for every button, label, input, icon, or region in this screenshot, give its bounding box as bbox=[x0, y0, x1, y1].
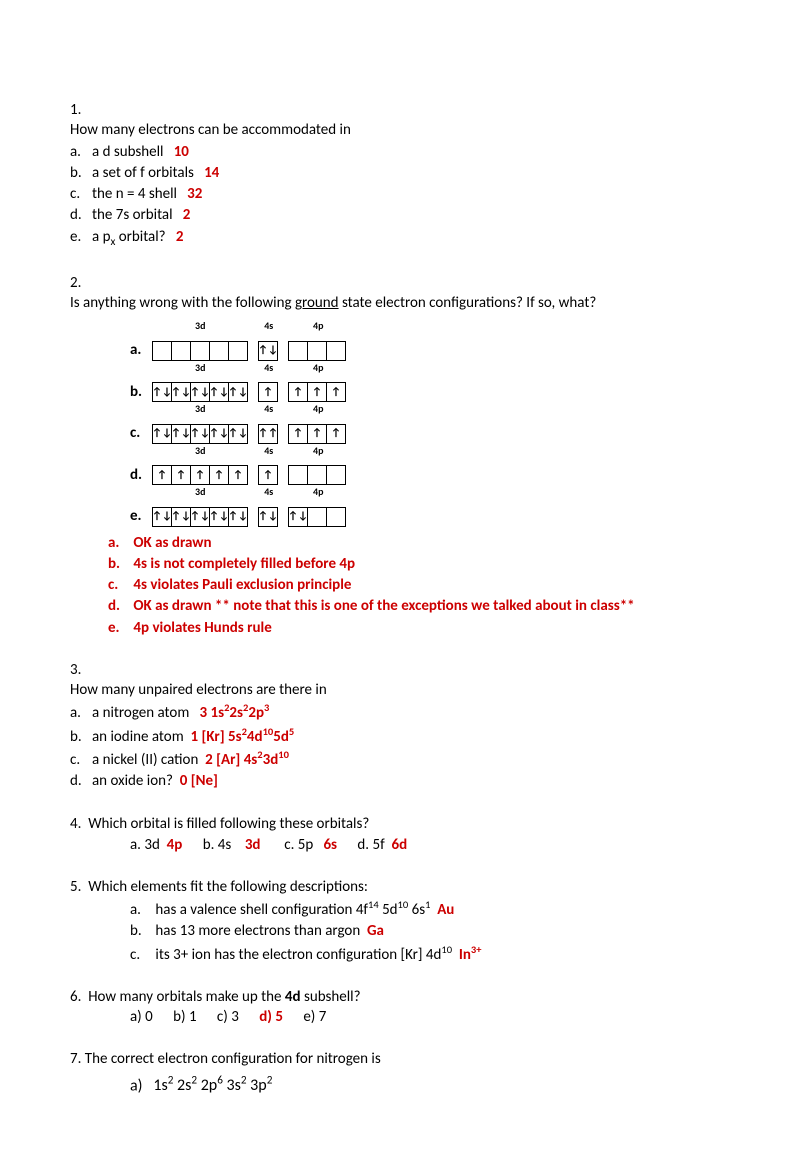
orbital-row: a.↑↓ bbox=[130, 333, 721, 361]
q2-stem-pre: Is anything wrong with the following bbox=[70, 294, 295, 312]
orbital-row: c.↑↓↑↓↑↓↑↓↑↓↑↑↑↑↑ bbox=[130, 416, 721, 444]
q1-item: a.a d subshell 10 bbox=[70, 142, 690, 162]
q4-number: 4. bbox=[70, 815, 81, 833]
answer: 14 bbox=[204, 164, 219, 182]
q5-item: b. has 13 more electrons than argon Ga bbox=[130, 921, 721, 941]
q4-opt: d. 5f 6d bbox=[357, 836, 407, 854]
answer: 2 bbox=[176, 228, 184, 246]
q6-stem: How many orbitals make up the 4d subshel… bbox=[88, 988, 360, 1006]
q6-opt: e) 7 bbox=[303, 1008, 326, 1026]
q3-item: d.an oxide ion? 0 [Ne] bbox=[70, 771, 690, 791]
q3-item: c.a nickel (II) cation 2 [Ar] 4s23d10 bbox=[70, 748, 690, 770]
question-7: 7. The correct electron configuration fo… bbox=[70, 1049, 721, 1096]
orbital-row: d.↑↑↑↑↑↑ bbox=[130, 457, 721, 485]
question-4: 4. Which orbital is filled following the… bbox=[70, 814, 721, 855]
q7-option: a) 1s2 2s2 2p6 3s2 3p2 bbox=[130, 1074, 721, 1097]
answer: 32 bbox=[187, 185, 202, 203]
orbital-row: b.↑↓↑↓↑↓↑↓↑↓↑↑↑↑ bbox=[130, 374, 721, 402]
q2-answers: a. OK as drawn b. 4s is not completely f… bbox=[108, 533, 721, 638]
q3-number: 3. bbox=[70, 660, 108, 680]
q1-number: 1. bbox=[70, 100, 108, 120]
q3-item: b.an iodine atom 1 [Kr] 5s24d105d5 bbox=[70, 725, 690, 747]
answer: 0 [Ne] bbox=[180, 772, 218, 790]
q2-answer: c. 4s violates Pauli exclusion principle bbox=[108, 575, 721, 595]
orbital-diagram: 3d4s4pa.↑↓3d4s4pb.↑↓↑↓↑↓↑↓↑↓↑↑↑↑3d4s4pc.… bbox=[130, 319, 721, 527]
q2-answer: a. OK as drawn bbox=[108, 533, 721, 553]
q6-opt-correct: d) 5 bbox=[259, 1008, 283, 1026]
answer: 10 bbox=[174, 143, 189, 161]
q5-item: c. its 3+ ion has the electron configura… bbox=[130, 943, 721, 965]
question-6: 6. How many orbitals make up the 4d subs… bbox=[70, 987, 721, 1028]
q5-number: 5. bbox=[70, 878, 81, 896]
q4-stem: Which orbital is filled following these … bbox=[88, 815, 369, 833]
q1-item: e.a px orbital? 2 bbox=[70, 227, 690, 250]
q7-number: 7. bbox=[70, 1050, 81, 1068]
q1-item: c.the n = 4 shell 32 bbox=[70, 184, 690, 204]
q2-stem-post: state electron configurations? If so, wh… bbox=[339, 294, 597, 312]
q2-number: 2. bbox=[70, 273, 108, 293]
q1-item: b.a set of f orbitals 14 bbox=[70, 163, 690, 183]
q2-body: Is anything wrong with the following gro… bbox=[70, 293, 730, 313]
q2-answer: e. 4p violates Hunds rule bbox=[108, 618, 721, 638]
q5-item: a. has a valence shell configuration 4f1… bbox=[130, 898, 721, 920]
q2-stem-underline: ground bbox=[295, 294, 339, 312]
q6-opt: c) 3 bbox=[217, 1008, 239, 1026]
q4-options: a. 3d 4p b. 4s 3d c. 5p 6s d. 5f 6d bbox=[130, 835, 721, 855]
answer: 2 [Ar] 4s23d10 bbox=[205, 751, 289, 769]
q1-sublist: a.a d subshell 10 b.a set of f orbitals … bbox=[70, 142, 690, 250]
q4-opt: c. 5p 6s bbox=[284, 836, 337, 854]
question-1: 1. How many electrons can be accommodate… bbox=[70, 100, 721, 251]
q1-stem: How many electrons can be accommodated i… bbox=[70, 121, 351, 139]
q1-item: d.the 7s orbital 2 bbox=[70, 205, 690, 225]
orbital-row: e.↑↓↑↓↑↓↑↓↑↓↑↓↑↓ bbox=[130, 499, 721, 527]
q3-sublist: a.a nitrogen atom 3 1s22s22p3 b.an iodin… bbox=[70, 701, 690, 791]
electron-config: 1s2 2s2 2p6 3s2 3p2 bbox=[153, 1076, 272, 1095]
q3-item: a.a nitrogen atom 3 1s22s22p3 bbox=[70, 701, 690, 723]
q4-opt: a. 3d 4p bbox=[130, 836, 182, 854]
q3-body: How many unpaired electrons are there in… bbox=[70, 680, 690, 792]
q7-stem: The correct electron configuration for n… bbox=[85, 1050, 381, 1068]
answer: Ga bbox=[367, 922, 384, 940]
answer: Au bbox=[437, 901, 454, 919]
q6-opt: b) 1 bbox=[173, 1008, 196, 1026]
answer: 3 1s22s22p3 bbox=[200, 704, 270, 722]
q6-options: a) 0 b) 1 c) 3 d) 5 e) 7 bbox=[130, 1007, 721, 1027]
answer: 1 [Kr] 5s24d105d5 bbox=[190, 728, 294, 746]
q5-stem: Which elements fit the following descrip… bbox=[88, 878, 368, 896]
question-3: 3. How many unpaired electrons are there… bbox=[70, 660, 721, 793]
answer: In3+ bbox=[459, 946, 482, 964]
q4-opt: b. 4s 3d bbox=[203, 836, 261, 854]
q6-opt: a) 0 bbox=[130, 1008, 153, 1026]
question-2: 2. Is anything wrong with the following … bbox=[70, 273, 721, 638]
question-5: 5. Which elements fit the following desc… bbox=[70, 877, 721, 965]
q5-sublist: a. has a valence shell configuration 4f1… bbox=[130, 898, 721, 965]
answer: 2 bbox=[183, 206, 191, 224]
q1-body: How many electrons can be accommodated i… bbox=[70, 120, 690, 250]
q6-number: 6. bbox=[70, 988, 81, 1006]
q2-answer: b. 4s is not completely filled before 4p bbox=[108, 554, 721, 574]
q3-stem: How many unpaired electrons are there in bbox=[70, 681, 327, 699]
q2-answer: d. OK as drawn ** note that this is one … bbox=[108, 596, 721, 616]
